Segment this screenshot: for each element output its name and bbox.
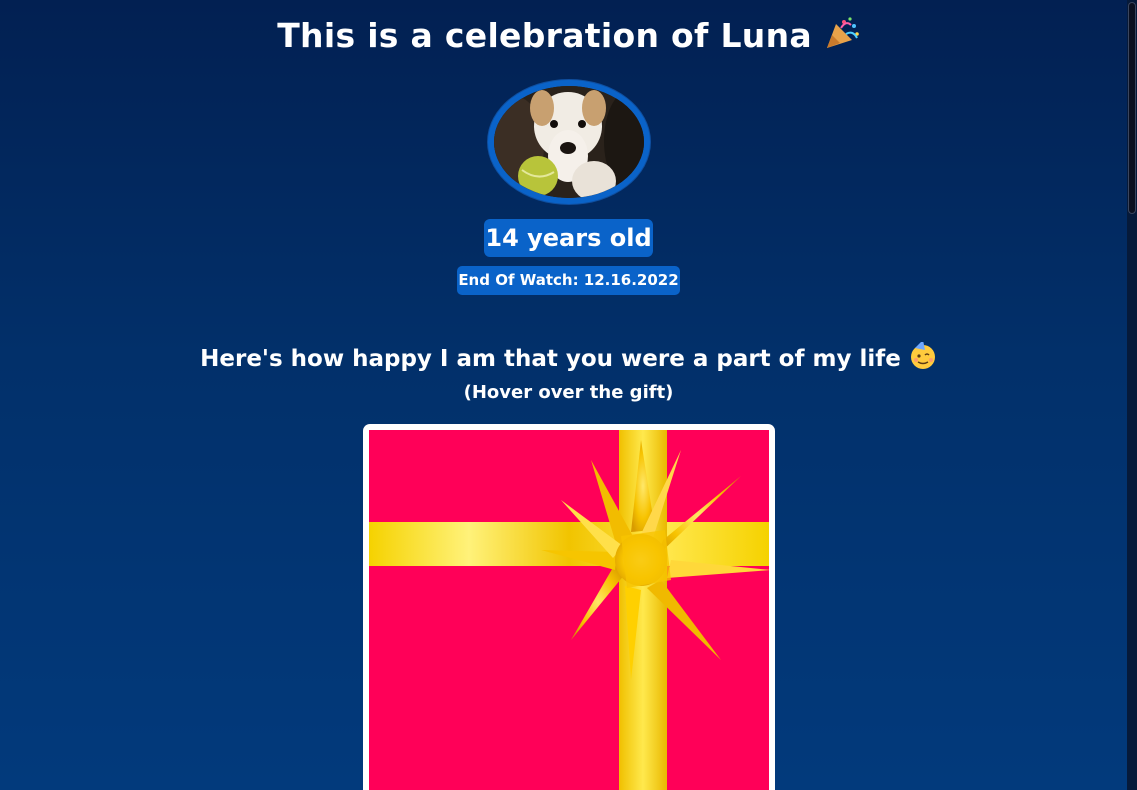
end-of-watch-badge: End Of Watch: 12.16.2022 <box>457 266 680 295</box>
happiness-heading-text: Here's how happy I am that you were a pa… <box>200 346 901 372</box>
avatar <box>494 86 644 198</box>
age-badge: 14 years old <box>484 219 653 257</box>
page-title-text: This is a celebration of Luna <box>277 16 812 55</box>
gift-box[interactable] <box>369 430 769 790</box>
celebration-page: This is a celebration of Luna 14 years o… <box>0 0 1127 790</box>
scrollbar-thumb[interactable] <box>1128 2 1136 214</box>
happiness-heading: Here's how happy I am that you were a pa… <box>0 340 1137 372</box>
scrollbar[interactable] <box>1127 0 1137 790</box>
page-title: This is a celebration of Luna <box>0 16 1137 55</box>
hover-hint: (Hover over the gift) <box>463 382 674 403</box>
party-popper-icon <box>824 16 860 55</box>
partying-face-icon <box>909 340 937 372</box>
